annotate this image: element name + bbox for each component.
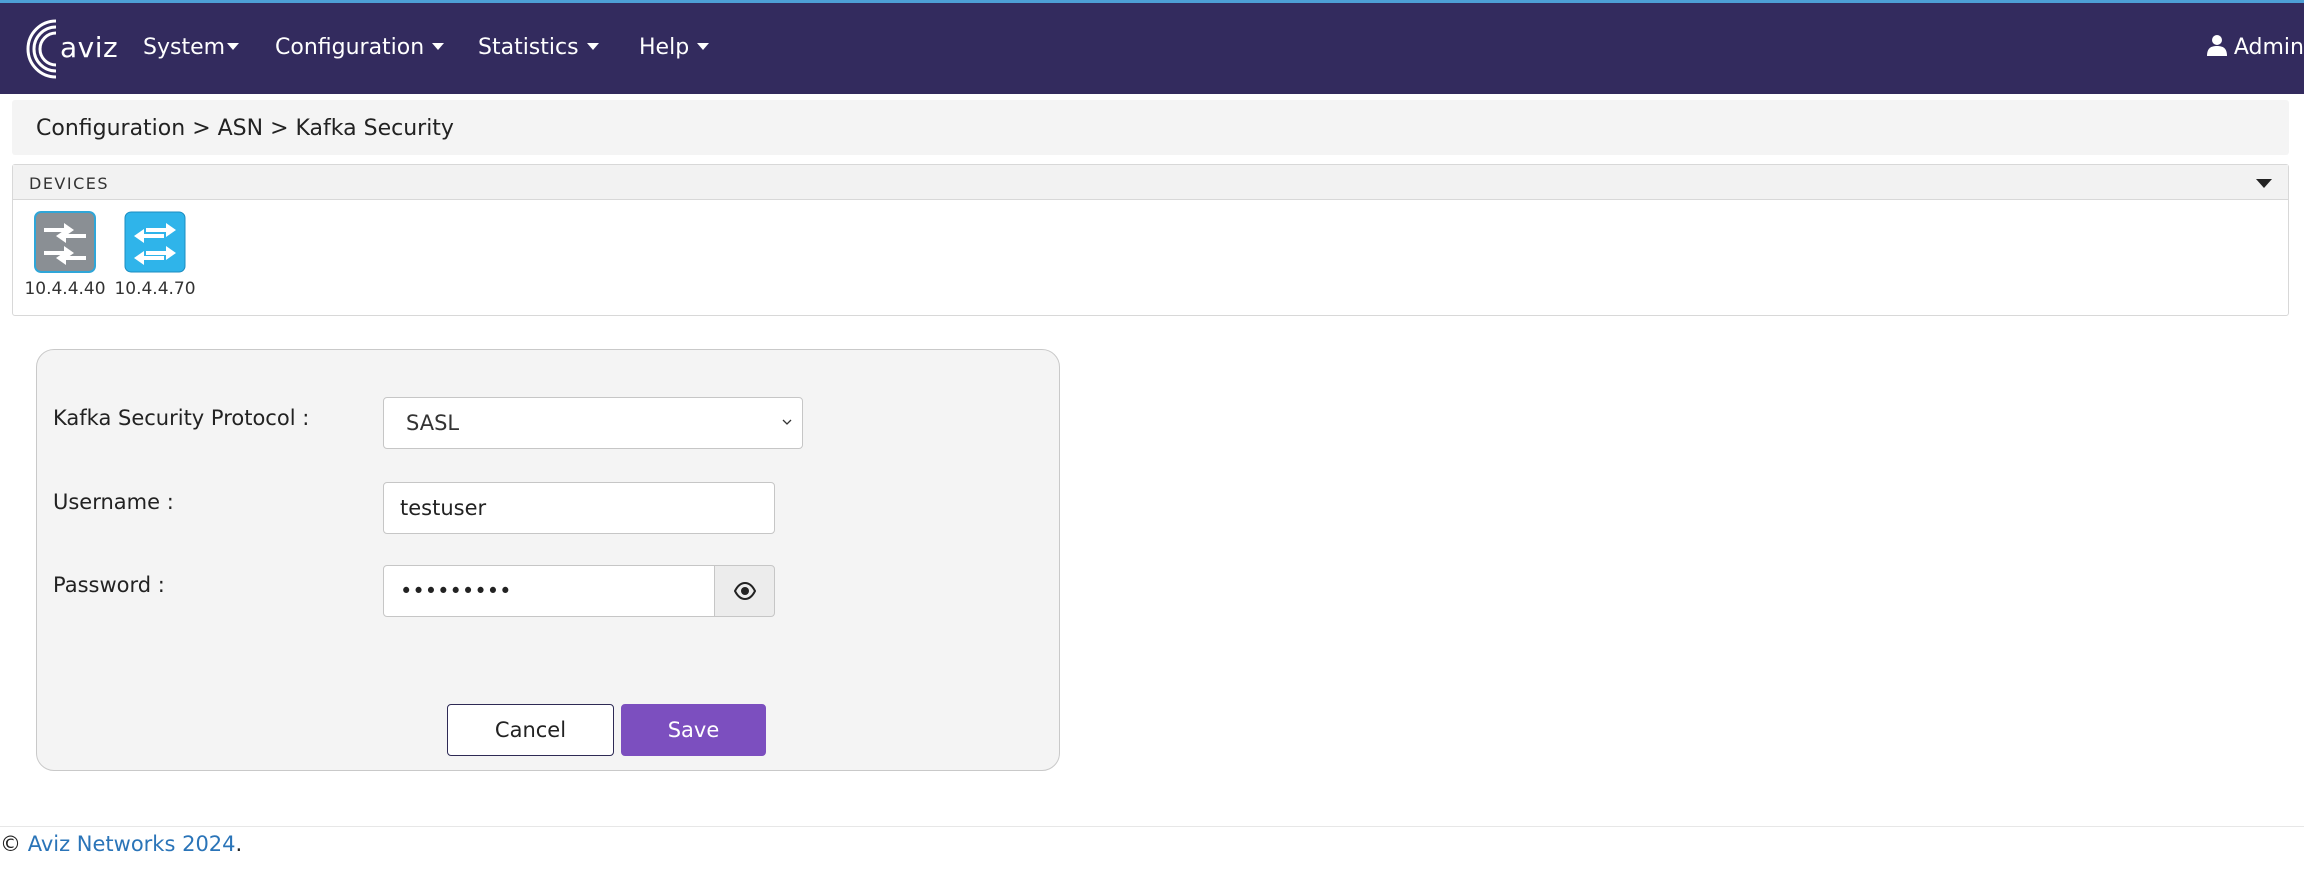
devices-panel: DEVICES 10.4.4.40 10.4.4.70 [12, 164, 2289, 316]
protocol-label: Kafka Security Protocol : [53, 406, 310, 430]
nav-help-label: Help [639, 35, 690, 60]
nav-system-menu[interactable]: System [143, 35, 240, 60]
nav-system-label: System [143, 35, 226, 60]
eye-icon [734, 582, 756, 600]
cancel-button[interactable]: Cancel [447, 704, 614, 756]
footer-period: . [235, 832, 243, 856]
save-button[interactable]: Save [621, 704, 766, 756]
nav-help-menu[interactable]: Help [639, 35, 710, 60]
chevron-down-icon [586, 42, 599, 50]
kafka-security-form: Kafka Security Protocol : SASL Username … [36, 349, 1060, 771]
devices-header-label: DEVICES [29, 174, 110, 193]
chevron-down-icon [782, 419, 792, 425]
nav-configuration-label: Configuration [275, 35, 425, 60]
footer-divider [0, 826, 2304, 827]
device-ip-label: 10.4.4.70 [114, 279, 196, 299]
user-name: Admin [2233, 35, 2304, 60]
protocol-select[interactable]: SASL [383, 397, 803, 449]
top-navbar: aviz System Configuration Statistics Hel… [0, 0, 2304, 94]
password-input[interactable] [383, 565, 715, 617]
copyright-symbol: © [0, 832, 21, 856]
nav-statistics-menu[interactable]: Statistics [478, 35, 599, 60]
username-input[interactable] [383, 482, 775, 534]
device-item-10-4-4-40[interactable]: 10.4.4.40 [23, 211, 107, 299]
device-ip-label: 10.4.4.40 [24, 279, 106, 299]
nav-statistics-label: Statistics [478, 35, 579, 60]
chevron-down-icon [227, 42, 240, 50]
breadcrumb: Configuration > ASN > Kafka Security [12, 100, 2289, 155]
password-label: Password : [53, 573, 165, 597]
network-switch-icon [124, 211, 186, 273]
nav-configuration-menu[interactable]: Configuration [275, 35, 445, 60]
chevron-down-icon [432, 42, 445, 50]
show-password-button[interactable] [714, 565, 775, 617]
breadcrumb-text: Configuration > ASN > Kafka Security [36, 116, 454, 141]
logo-text: aviz [60, 31, 119, 64]
chevron-down-icon [697, 42, 710, 50]
devices-panel-header[interactable]: DEVICES [13, 165, 2288, 200]
username-label: Username : [53, 490, 174, 514]
user-icon [2206, 35, 2227, 56]
collapse-caret-icon[interactable] [2256, 179, 2272, 188]
company-link[interactable]: Aviz Networks 2024 [28, 832, 236, 856]
device-item-10-4-4-70[interactable]: 10.4.4.70 [113, 211, 197, 299]
user-menu[interactable]: Admin [2206, 35, 2304, 60]
network-switch-icon [34, 211, 96, 273]
footer: © Aviz Networks 2024. [0, 832, 242, 856]
aviz-logo[interactable]: aviz [22, 17, 118, 81]
protocol-selected-value: SASL [406, 411, 460, 435]
